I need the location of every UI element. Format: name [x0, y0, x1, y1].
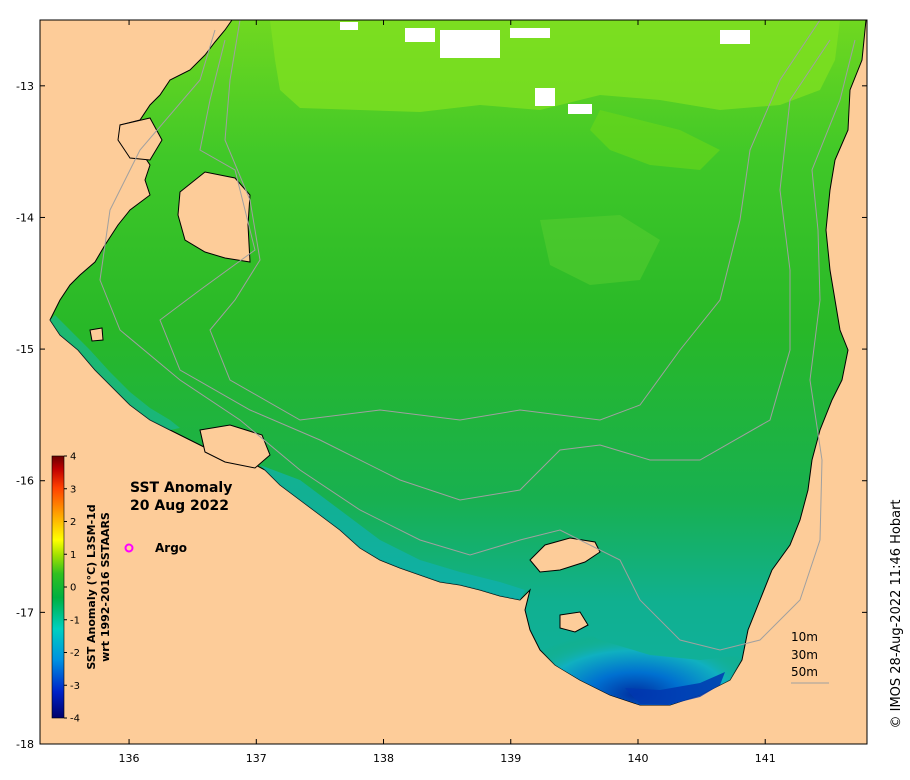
colorbar-tick-label: -1 — [70, 615, 80, 626]
colorbar-tick-label: -4 — [70, 714, 80, 725]
depth-legend-50m: 50m — [791, 665, 818, 679]
island-west-small — [89, 327, 104, 342]
y-tick-label: -16 — [16, 475, 34, 488]
colorbar-title-line2: wrt 1992-2016 SSTAARS — [99, 512, 112, 662]
x-tick-label: 138 — [373, 752, 394, 765]
y-tick-label: -17 — [16, 606, 34, 619]
depth-legend-10m: 10m — [791, 630, 818, 644]
map-figure: 136 137 138 139 140 141 -13-14-15-16-17-18 SS… — [16, 19, 904, 765]
x-tick-label: 136 — [119, 752, 140, 765]
map-title-line1: SST Anomaly — [130, 480, 232, 496]
colorbar-tick-label: 2 — [70, 517, 76, 528]
colorbar-title-line1: SST Anomaly (°C) L3SM-1d — [85, 504, 98, 669]
x-tick-label: 139 — [500, 752, 521, 765]
colorbar-tick-label: -2 — [70, 648, 80, 659]
x-tick-label: 137 — [246, 752, 267, 765]
imos-credit: © IMOS 28-Aug-2022 11:46 Hobart — [889, 499, 904, 728]
x-tick-label: 140 — [627, 752, 648, 765]
argo-legend-label: Argo — [155, 541, 187, 555]
colorbar-tick-label: 1 — [70, 550, 76, 561]
y-tick-label: -18 — [16, 738, 34, 751]
depth-legend-30m: 30m — [791, 648, 818, 662]
colorbar-tick-label: -3 — [70, 681, 80, 692]
colorbar-tick-label: 0 — [70, 583, 76, 594]
y-tick-label: -13 — [16, 80, 34, 93]
colorbar-tick-label: 4 — [70, 452, 76, 463]
map-title-line2: 20 Aug 2022 — [130, 498, 229, 514]
y-tick-label: -15 — [16, 343, 34, 356]
y-tick-label: -14 — [16, 211, 34, 224]
colorbar-tick-label: 3 — [70, 484, 76, 495]
x-tick-label: 141 — [755, 752, 776, 765]
map-plot-area — [40, 20, 867, 744]
colorbar — [51, 455, 65, 719]
